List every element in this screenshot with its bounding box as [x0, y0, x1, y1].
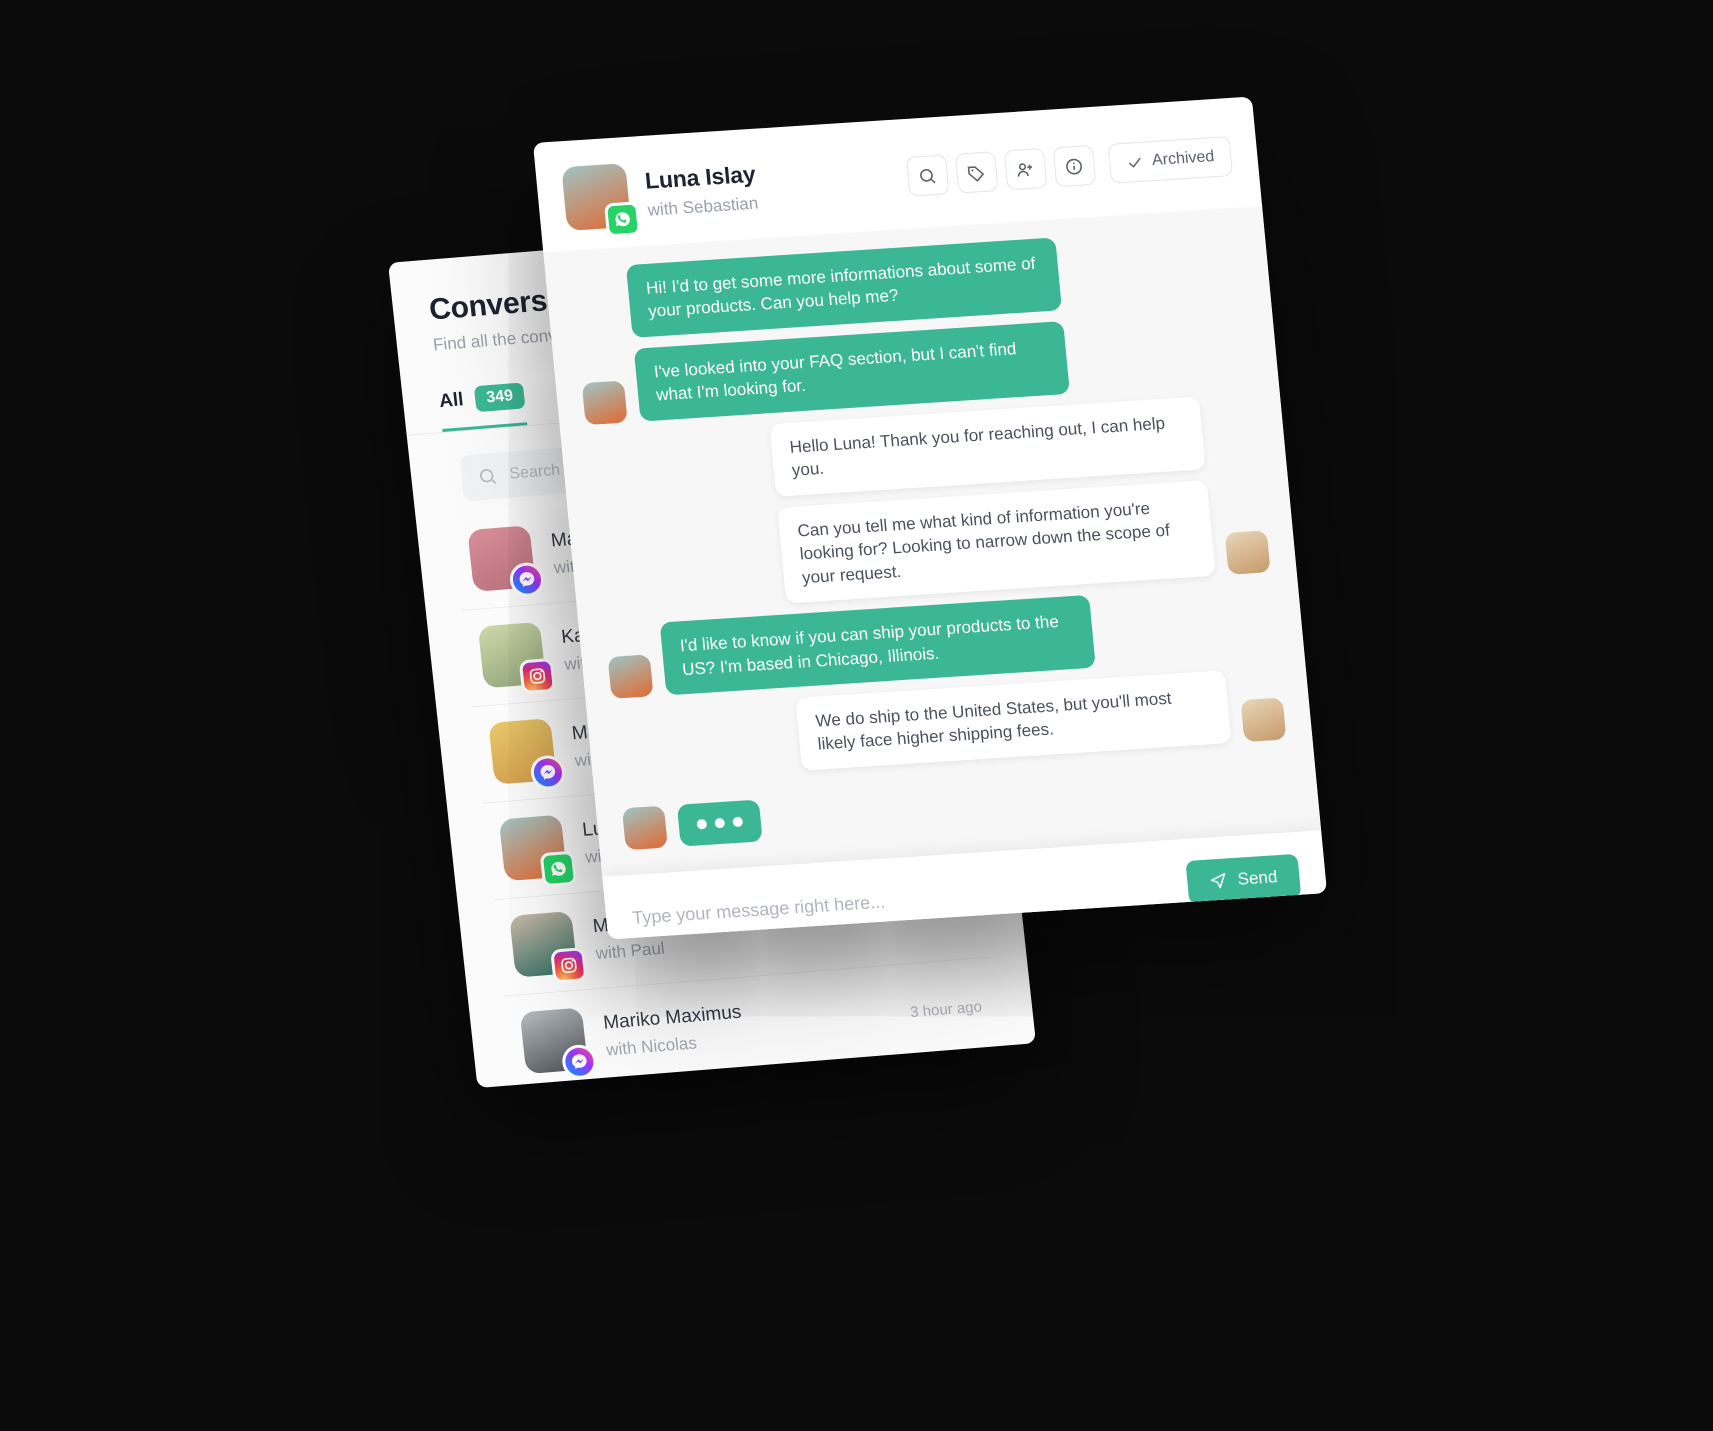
info-button[interactable] — [1052, 144, 1097, 188]
avatar — [467, 525, 546, 598]
message-list: Hi! I'd to get some more informations ab… — [543, 206, 1322, 877]
list-item-time: 3 hour ago — [909, 997, 983, 1021]
add-person-icon — [1018, 162, 1033, 177]
check-icon — [1128, 157, 1141, 168]
message-text: I've looked into your FAQ section, but I… — [633, 320, 1070, 422]
avatar — [561, 163, 642, 238]
send-label: Send — [1236, 867, 1279, 889]
header-actions: Archived — [905, 136, 1234, 197]
whatsapp-icon — [539, 850, 578, 888]
messenger-icon — [560, 1043, 599, 1081]
search-icon — [920, 168, 936, 183]
info-icon — [1066, 158, 1083, 175]
screen: Conversations Find all the conversations… — [0, 0, 1713, 1431]
instagram-icon — [518, 657, 557, 695]
message-avatar — [1240, 697, 1287, 742]
search-placeholder: Search — [508, 461, 561, 483]
archived-button[interactable]: Archived — [1107, 136, 1234, 184]
tab-all-badge: 349 — [474, 382, 526, 413]
avatar — [519, 1007, 599, 1081]
messenger-icon — [508, 561, 546, 598]
add-person-button[interactable] — [1003, 148, 1048, 191]
message-avatar — [621, 805, 668, 851]
send-icon — [1211, 872, 1226, 889]
typing-dots — [676, 799, 763, 847]
messenger-icon — [529, 754, 567, 791]
archived-label: Archived — [1151, 148, 1216, 170]
tag-button[interactable] — [954, 151, 999, 194]
whatsapp-icon — [603, 201, 642, 238]
message-text: We do ship to the United States, but you… — [795, 670, 1232, 771]
avatar — [509, 911, 588, 984]
message-text: I'd like to know if you can ship your pr… — [659, 594, 1096, 696]
tag-icon — [967, 165, 985, 182]
tab-all[interactable]: All 349 — [437, 382, 528, 432]
send-button[interactable]: Send — [1185, 853, 1302, 905]
instagram-icon — [550, 947, 588, 984]
typing-indicator — [621, 765, 1293, 851]
tab-all-label: All — [438, 389, 465, 413]
message-avatar — [607, 654, 654, 699]
search-icon — [480, 469, 497, 484]
message-text: Hi! I'd to get some more informations ab… — [625, 237, 1063, 338]
chat-panel: Luna Islay with Sebastian Archived Hi! I… — [532, 96, 1328, 940]
message-text: Can you tell me what kind of information… — [777, 479, 1216, 604]
message-avatar — [581, 380, 628, 425]
message-text: Hello Luna! Thank you for reaching out, … — [769, 396, 1206, 497]
avatar — [498, 814, 578, 888]
message-avatar — [1224, 530, 1271, 575]
search-button[interactable] — [905, 154, 950, 197]
avatar — [477, 621, 557, 695]
avatar — [488, 718, 567, 791]
